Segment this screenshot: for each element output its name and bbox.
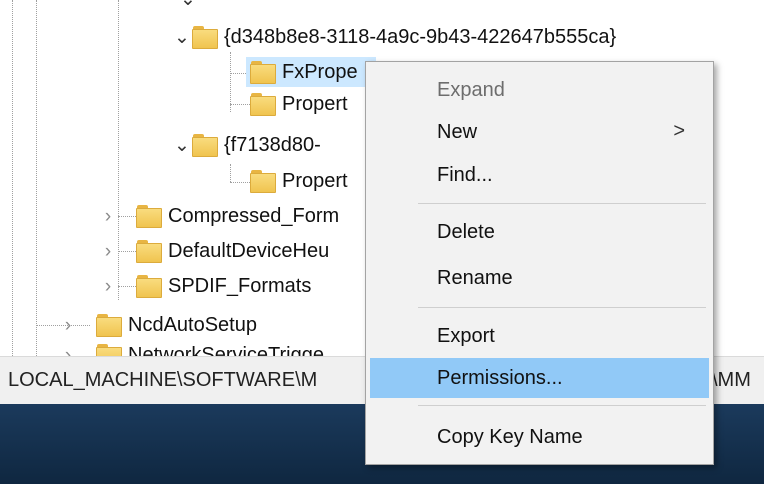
menu-item-permissions[interactable]: Permissions... (370, 358, 709, 398)
tree-node-f7138d80[interactable]: ⌄ {f7138d80- (172, 131, 321, 159)
tree-node-defaultdeviceheuristics[interactable]: › DefaultDeviceHeu (98, 237, 329, 265)
chevron-down-icon[interactable]: ⌄ (180, 0, 196, 11)
tree-node-label: DefaultDeviceHeu (168, 239, 330, 262)
folder-icon (136, 204, 162, 228)
tree-guide (230, 164, 231, 182)
tree-node-label: Compressed_Form (168, 204, 340, 227)
tree-node-d348b8e8[interactable]: ⌄ {d348b8e8-3118-4a9c-9b43-422647b555ca} (172, 23, 616, 51)
context-menu: Expand New > Find... Delete Rename Expor… (365, 61, 714, 465)
tree-node-networkservicetriggers[interactable]: › NetworkServiceTrigge (58, 341, 324, 356)
folder-icon (96, 313, 122, 337)
folder-icon (96, 343, 122, 356)
chevron-down-icon[interactable]: ⌄ (172, 23, 192, 51)
menu-item-rename[interactable]: Rename (370, 258, 709, 298)
tree-node-label: Propert (282, 169, 348, 192)
menu-item-copy-key-name[interactable]: Copy Key Name (370, 417, 709, 457)
tree-node-label: NetworkServiceTrigge (128, 343, 324, 357)
chevron-right-icon[interactable]: › (58, 311, 78, 339)
tree-node-ncdautosetup[interactable]: › NcdAutoSetup (58, 311, 257, 339)
tree-guide (230, 104, 250, 105)
tree-node-label: NcdAutoSetup (128, 313, 257, 336)
chevron-down-icon[interactable]: ⌄ (172, 131, 192, 159)
chevron-right-icon[interactable]: › (98, 202, 118, 230)
tree-node-properties[interactable]: Propert (250, 167, 348, 195)
tree-node-label: Propert (282, 92, 348, 115)
tree-guide (36, 0, 37, 356)
folder-icon (136, 239, 162, 263)
menu-item-find[interactable]: Find... (370, 155, 709, 195)
registry-path-tail: \MM (712, 369, 751, 391)
tree-node-properties[interactable]: Propert (250, 90, 348, 118)
tree-node-label: SPDIF_Formats (168, 274, 312, 297)
folder-icon (136, 274, 162, 298)
chevron-right-icon[interactable]: › (58, 341, 78, 357)
menu-separator (418, 203, 706, 204)
tree-node-fxproperties[interactable]: FxPrope (250, 58, 358, 86)
folder-icon (250, 92, 276, 116)
tree-guide (230, 52, 231, 112)
menu-item-delete[interactable]: Delete (370, 212, 709, 252)
tree-node-label: FxPrope (282, 60, 358, 83)
registry-path: LOCAL_MACHINE\SOFTWARE\M (8, 369, 318, 391)
menu-item-export[interactable]: Export (370, 316, 709, 356)
tree-node-spdif-formats[interactable]: › SPDIF_Formats (98, 272, 311, 300)
folder-icon (250, 60, 276, 84)
menu-separator (418, 307, 706, 308)
menu-item-expand[interactable]: Expand (370, 70, 709, 110)
tree-node-compressed-formats[interactable]: › Compressed_Form (98, 202, 339, 230)
tree-node-label: {d348b8e8-3118-4a9c-9b43-422647b555ca} (224, 25, 617, 48)
folder-icon (192, 133, 218, 157)
tree-guide (12, 0, 13, 356)
folder-icon (192, 25, 218, 49)
menu-separator (418, 405, 706, 406)
tree-node-label: {f7138d80- (224, 133, 321, 156)
chevron-right-icon[interactable]: › (98, 237, 118, 265)
chevron-right-icon[interactable]: › (98, 272, 118, 300)
folder-icon (250, 169, 276, 193)
chevron-right-icon: > (673, 120, 685, 142)
tree-guide (230, 182, 250, 183)
menu-item-new[interactable]: New > (370, 112, 709, 152)
